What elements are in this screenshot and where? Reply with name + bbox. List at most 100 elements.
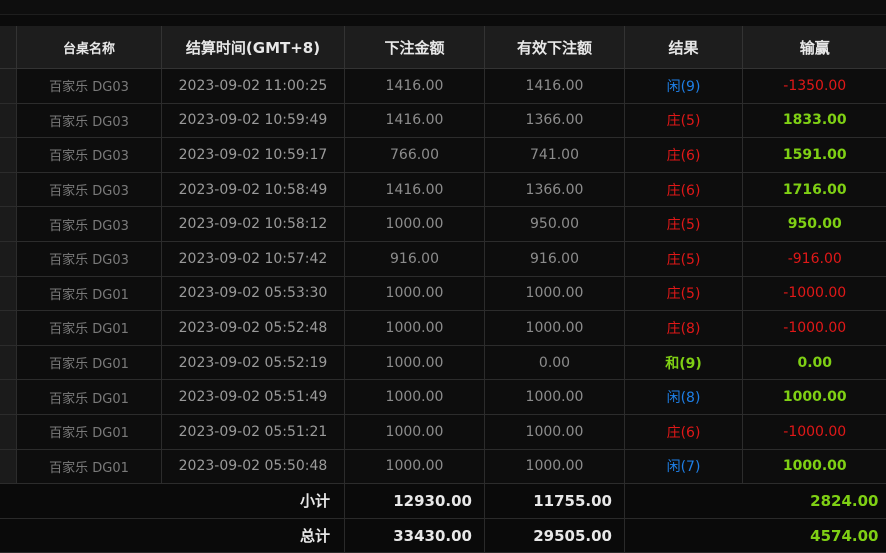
- cell-settle-time: 2023-09-02 05:51:21: [162, 414, 345, 449]
- cell-valid-bet: 916.00: [485, 241, 625, 276]
- cell-valid-bet: 1416.00: [485, 69, 625, 104]
- header-edge: [0, 26, 17, 69]
- row-edge: [0, 103, 17, 138]
- bet-history-table: 台桌名称 结算时间(GMT+8) 下注金额 有效下注额 结果 输赢 百家乐 DG…: [0, 26, 886, 553]
- row-edge: [0, 345, 17, 380]
- cell-table-name: 百家乐 DG01: [17, 449, 162, 484]
- table-row: 百家乐 DG032023-09-02 10:58:121000.00950.00…: [0, 207, 886, 242]
- row-edge: [0, 138, 17, 173]
- cell-win-loss: -1000.00: [743, 311, 886, 346]
- cell-bet-amount: 1416.00: [345, 103, 485, 138]
- cell-bet-amount: 1000.00: [345, 380, 485, 415]
- cell-table-name: 百家乐 DG03: [17, 172, 162, 207]
- cell-win-loss: -1000.00: [743, 276, 886, 311]
- cell-settle-time: 2023-09-02 11:00:25: [162, 69, 345, 104]
- cell-settle-time: 2023-09-02 05:52:48: [162, 311, 345, 346]
- cell-win-loss: -1350.00: [743, 69, 886, 104]
- cell-bet-amount: 1000.00: [345, 276, 485, 311]
- cell-valid-bet: 1366.00: [485, 103, 625, 138]
- row-edge: [0, 276, 17, 311]
- cell-result: 庄(5): [625, 207, 743, 242]
- cell-valid-bet: 0.00: [485, 345, 625, 380]
- cell-settle-time: 2023-09-02 05:53:30: [162, 276, 345, 311]
- cell-bet-amount: 916.00: [345, 241, 485, 276]
- cell-settle-time: 2023-09-02 10:59:17: [162, 138, 345, 173]
- table-row: 百家乐 DG032023-09-02 10:57:42916.00916.00庄…: [0, 241, 886, 276]
- table-row: 百家乐 DG032023-09-02 10:58:491416.001366.0…: [0, 172, 886, 207]
- cell-settle-time: 2023-09-02 10:58:49: [162, 172, 345, 207]
- table-row: 百家乐 DG012023-09-02 05:52:191000.000.00和(…: [0, 345, 886, 380]
- cell-table-name: 百家乐 DG01: [17, 311, 162, 346]
- header-result[interactable]: 结果: [625, 26, 743, 69]
- cell-result: 闲(8): [625, 380, 743, 415]
- header-win-loss[interactable]: 输赢: [743, 26, 886, 69]
- subtotal-bet: 12930.00: [345, 484, 485, 519]
- cell-result: 和(9): [625, 345, 743, 380]
- cell-win-loss: -916.00: [743, 241, 886, 276]
- row-edge: [0, 449, 17, 484]
- cell-valid-bet: 950.00: [485, 207, 625, 242]
- cell-win-loss: 950.00: [743, 207, 886, 242]
- cell-settle-time: 2023-09-02 10:59:49: [162, 103, 345, 138]
- table-row: 百家乐 DG012023-09-02 05:50:48 1000.00 1000.0…: [0, 449, 886, 484]
- total-bet: 33430.00: [345, 518, 485, 553]
- cell-table-name: 百家乐 DG03: [17, 103, 162, 138]
- table-row: 百家乐 DG012023-09-02 05:51:211000.001000.0…: [0, 414, 886, 449]
- cell-table-name: 百家乐 DG03: [17, 241, 162, 276]
- cell-bet-amount: 1000.00: [345, 414, 485, 449]
- cell-result: 庄(6): [625, 414, 743, 449]
- subtotal-label: 小计: [0, 484, 345, 519]
- top-bar: [0, 0, 886, 15]
- table-header-row: 台桌名称 结算时间(GMT+8) 下注金额 有效下注额 结果 输赢: [0, 26, 886, 69]
- cell-table-name: 百家乐 DG03: [17, 69, 162, 104]
- header-settle-time[interactable]: 结算时间(GMT+8): [162, 26, 345, 69]
- cell-bet-amount: 1416.00: [345, 69, 485, 104]
- cell-win-loss: 1000.00: [743, 449, 886, 484]
- cell-table-name: 百家乐 DG01: [17, 414, 162, 449]
- cell-bet-amount: 1000.00: [345, 345, 485, 380]
- cell-settle-time: 2023-09-02 05:50:48: [162, 449, 345, 484]
- cell-win-loss: 0.00: [743, 345, 886, 380]
- cell-result: 闲(9): [625, 69, 743, 104]
- cell-result: 庄(5): [625, 276, 743, 311]
- total-winloss: 4574.00: [625, 518, 886, 553]
- cell-table-name: 百家乐 DG01: [17, 276, 162, 311]
- subtotal-valid: 11755.00: [485, 484, 625, 519]
- cell-table-name: 百家乐 DG03: [17, 138, 162, 173]
- table-row: 百家乐 DG012023-09-02 05:53:301000.001000.0…: [0, 276, 886, 311]
- cell-valid-bet: 741.00: [485, 138, 625, 173]
- cell-result: 闲(7): [625, 449, 743, 484]
- cell-valid-bet: 1000.00: [485, 311, 625, 346]
- header-bet-amount[interactable]: 下注金额: [345, 26, 485, 69]
- cell-win-loss: 1716.00: [743, 172, 886, 207]
- cell-valid-bet: 1000.00: [485, 414, 625, 449]
- header-table-name[interactable]: 台桌名称: [17, 26, 162, 69]
- cell-settle-time: 2023-09-02 05:52:19: [162, 345, 345, 380]
- header-valid-bet[interactable]: 有效下注额: [485, 26, 625, 69]
- cell-win-loss: 1591.00: [743, 138, 886, 173]
- cell-result: 庄(8): [625, 311, 743, 346]
- row-edge: [0, 172, 17, 207]
- cell-bet-amount: 1416.00: [345, 172, 485, 207]
- subtotal-row: 小计 12930.00 11755.00 2824.00: [0, 484, 886, 519]
- row-edge: [0, 311, 17, 346]
- cell-table-name: 百家乐 DG01: [17, 345, 162, 380]
- table-row: 百家乐 DG032023-09-02 10:59:17766.00741.00庄…: [0, 138, 886, 173]
- cell-win-loss: -1000.00: [743, 414, 886, 449]
- cell-table-name: 百家乐 DG03: [17, 207, 162, 242]
- cell-win-loss: 1000.00: [743, 380, 886, 415]
- cell-bet-amount: 1000.00: [345, 207, 485, 242]
- cell-bet-amount: 766.00: [345, 138, 485, 173]
- row-edge: [0, 414, 17, 449]
- row-edge: [0, 380, 17, 415]
- cell-valid-bet: 1366.00: [485, 172, 625, 207]
- row-edge: [0, 241, 17, 276]
- cell-valid-bet: 1000.00: [485, 449, 625, 484]
- cell-settle-time: 2023-09-02 05:51:49: [162, 380, 345, 415]
- table-row: 百家乐 DG012023-09-02 05:52:481000.001000.0…: [0, 311, 886, 346]
- cell-result: 庄(5): [625, 241, 743, 276]
- cell-result: 庄(6): [625, 138, 743, 173]
- cell-settle-time: 2023-09-02 10:58:12: [162, 207, 345, 242]
- cell-valid-bet: 1000.00: [485, 276, 625, 311]
- cell-settle-time: 2023-09-02 10:57:42: [162, 241, 345, 276]
